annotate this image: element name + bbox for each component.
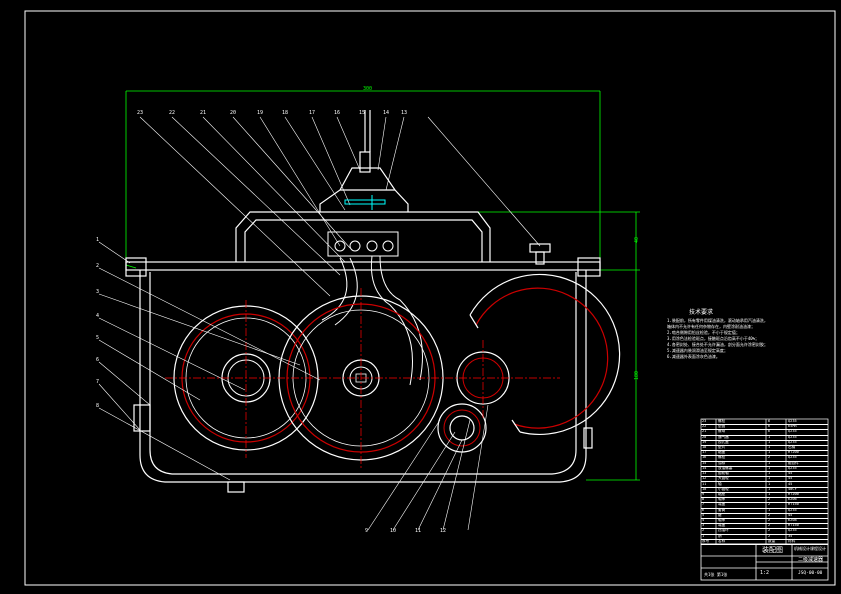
dimension-lines	[125, 90, 640, 481]
title-drawing-name: 装配图	[762, 546, 783, 554]
title-drawing-no: JSQ-00-00	[798, 571, 823, 576]
balloon-top: 14	[383, 110, 390, 116]
title-scale: 1:2	[760, 570, 770, 576]
dimension-right-1: 40	[634, 237, 640, 243]
balloon-bottom: 9	[365, 528, 369, 534]
balloon-top: 19	[257, 110, 264, 116]
balloon-top: 18	[282, 110, 289, 116]
gear-small-pinion	[437, 403, 487, 453]
cyan-accents	[344, 195, 386, 210]
dimension-top: 300	[363, 86, 372, 92]
dimension-right-2: 180	[634, 371, 640, 380]
tech-req-title: 技术要求	[689, 309, 714, 316]
balloon-top: 16	[334, 110, 341, 116]
balloon-left: 1	[96, 237, 100, 243]
balloon-top: 15	[359, 110, 366, 116]
balloon-left: 2	[96, 263, 100, 269]
tech-req-line: 6.减速器外表面涂灰色油漆。	[667, 354, 720, 359]
balloon-bottom: 12	[440, 528, 447, 534]
centerlines	[165, 288, 560, 468]
parts-list-cell: 数量	[768, 538, 776, 543]
gear-right-segment	[456, 273, 621, 436]
balloon-top: 17	[309, 110, 316, 116]
balloon-left: 6	[96, 357, 100, 363]
balloon-top: 21	[200, 110, 207, 116]
technical-requirements: 技术要求 1.装配前，所有零件用煤油清洗，滚动轴承用汽油清洗， 箱体内不允许有任…	[667, 310, 787, 360]
balloon-bottom: 11	[415, 528, 422, 534]
title-company: 机械设计课程设计	[794, 546, 826, 551]
title-sheet: 共1张 第1张	[704, 572, 728, 577]
parts-list-row: 序号 名称 数量 材料	[701, 539, 828, 545]
parts-list-cell: 材料	[788, 538, 796, 543]
balloon-top: 22	[169, 110, 176, 116]
balloon-bottom: 10	[390, 528, 397, 534]
parts-list: 23 螺栓 6 Q235 22 垫圈 6 65Mn 21 螺母 6 Q235 20 通气器 1 Q235 19 视…	[701, 419, 828, 545]
title-part-name: 二级减速器	[798, 557, 824, 563]
balloon-top: 23	[137, 110, 144, 116]
parts-list-cell: 序号	[702, 538, 710, 543]
parts-list-cell: 名称	[718, 538, 726, 543]
balloon-top: 13	[401, 110, 408, 116]
tech-req-lines: 1.装配前，所有零件用煤油清洗，滚动轴承用汽油清洗， 箱体内不允许有任何杂物存在…	[667, 318, 787, 360]
gearbox-housing	[125, 110, 601, 493]
balloon-left: 8	[96, 403, 100, 409]
balloon-left: 7	[96, 379, 100, 385]
balloon-left: 5	[96, 335, 100, 341]
balloon-left: 4	[96, 313, 100, 319]
leader-lines	[98, 116, 541, 531]
balloon-top: 20	[230, 110, 237, 116]
balloon-left: 3	[96, 289, 100, 295]
